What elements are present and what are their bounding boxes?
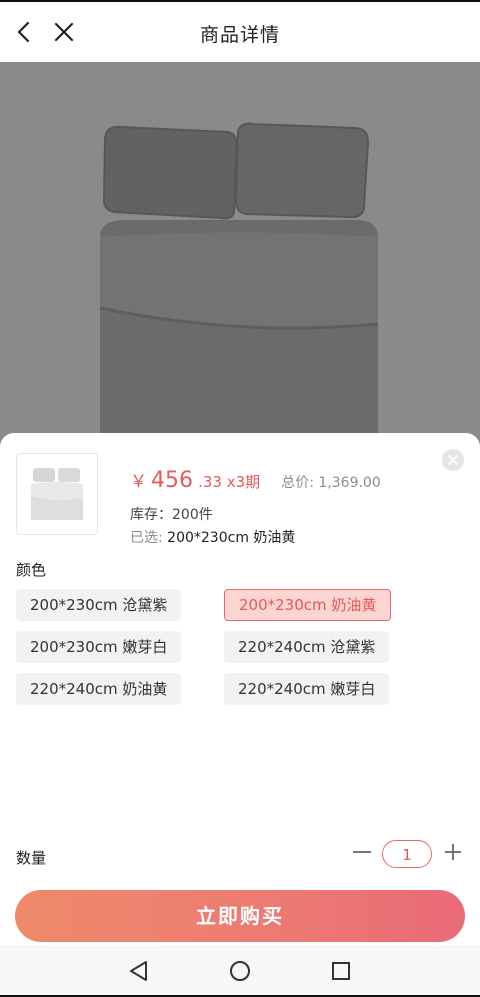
sku-selector-sheet: ￥ 456 .33 x3期 总价: 1,369.00 库存：200件 已选: 20… (0, 433, 480, 945)
quantity-increase-button[interactable] (441, 840, 465, 864)
page-title: 商品详情 (199, 24, 280, 46)
system-nav-bar (0, 945, 480, 997)
plus-icon (445, 844, 461, 860)
price-main: 456 (151, 468, 193, 493)
color-option[interactable]: 200*230cm 嫩芽白 (16, 631, 182, 663)
selected-value: 200*230cm 奶油黄 (167, 530, 296, 546)
quantity-label: 数量 (16, 849, 47, 867)
close-icon (448, 455, 458, 465)
circle-home-icon (230, 961, 250, 981)
currency-symbol: ￥ (130, 472, 147, 492)
quantity-input[interactable]: 1 (382, 840, 432, 868)
color-option[interactable]: 220*240cm 嫩芽白 (224, 673, 390, 705)
price-row: ￥ 456 .33 x3期 总价: 1,369.00 (130, 467, 381, 493)
color-option[interactable]: 220*240cm 沧黛紫 (224, 631, 390, 663)
color-section-title: 颜色 (16, 561, 47, 579)
product-thumbnail (16, 453, 98, 535)
product-image (0, 62, 480, 482)
square-recents-icon (332, 962, 350, 980)
color-option-selected[interactable]: 200*230cm 奶油黄 (224, 589, 392, 621)
color-option[interactable]: 220*240cm 奶油黄 (16, 673, 182, 705)
nav-back-button[interactable] (126, 958, 152, 984)
nav-home-button[interactable] (227, 958, 253, 984)
minus-icon (353, 851, 371, 853)
price-installments: .33 x3期 (198, 473, 261, 491)
sheet-close-button[interactable] (442, 449, 464, 471)
triangle-back-icon (130, 961, 147, 981)
buy-now-button[interactable]: 立即购买 (15, 890, 465, 942)
selected-label: 已选: (130, 530, 163, 546)
color-option[interactable]: 200*230cm 沧黛紫 (16, 589, 182, 621)
nav-recents-button[interactable] (328, 958, 354, 984)
top-bar: 商品详情 (0, 0, 480, 62)
selected-sku: 已选: 200*230cm 奶油黄 (130, 527, 295, 547)
stock-count: 库存：200件 (130, 507, 213, 523)
total-price: 总价: 1,369.00 (281, 475, 381, 491)
quantity-decrease-button[interactable] (350, 840, 374, 864)
